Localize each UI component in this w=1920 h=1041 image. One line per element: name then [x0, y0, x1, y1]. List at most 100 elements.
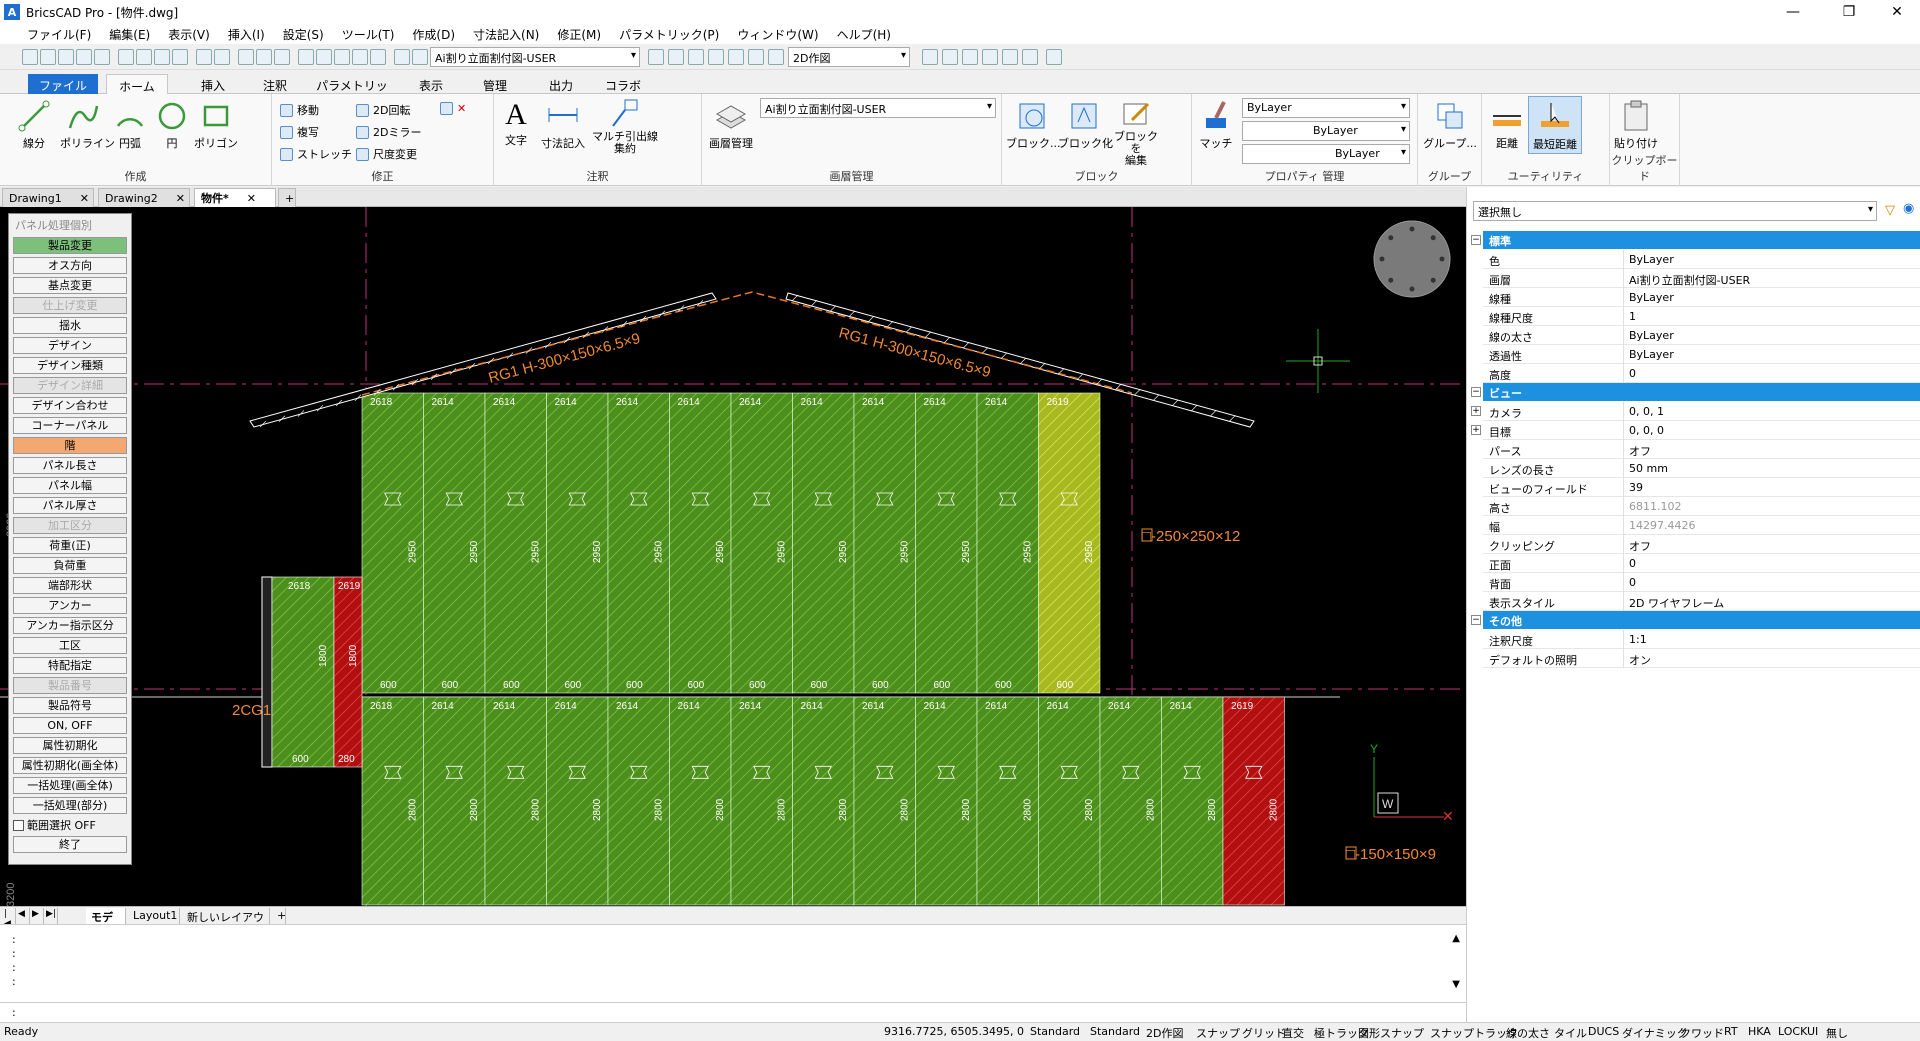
prop-row[interactable]: ビューのフィールド 39 [1483, 478, 1920, 497]
scroll-down-icon[interactable]: ▼ [1452, 979, 1460, 990]
make-block-button[interactable]: ブロック化 [1058, 100, 1113, 151]
palette-button-28[interactable]: 一括処理(部分) [13, 797, 127, 814]
ribbon-tab-5[interactable]: 表示 [408, 74, 454, 94]
prop-row[interactable]: 線種 ByLayer [1483, 288, 1920, 307]
status-toggle-7[interactable]: 図形スナップ [1358, 1025, 1424, 1041]
circle-button[interactable]: 円 [152, 100, 192, 151]
prop-row[interactable]: 線種尺度 1 [1483, 307, 1920, 326]
status-toggle-11[interactable]: DUCS [1588, 1025, 1619, 1038]
status-toggle-12[interactable]: ダイナミック [1622, 1025, 1688, 1041]
status-toggle-15[interactable]: HKA [1748, 1025, 1771, 1038]
block-button[interactable]: ブロック... [1006, 100, 1061, 151]
ribbon-tab-4[interactable]: パラメトリック [314, 74, 390, 110]
palette-button-15[interactable]: 荷重(正) [13, 537, 127, 554]
ribbon-tab-3[interactable]: 注釈 [252, 74, 298, 94]
palette-button-0[interactable]: 製品変更 [13, 237, 127, 254]
layer-manager-button[interactable]: 画層管理 [706, 100, 756, 151]
qat-tool-icon[interactable] [118, 49, 134, 65]
match-button[interactable]: マッチ [1196, 100, 1236, 151]
qat-tool-icon[interactable] [238, 49, 254, 65]
palette-button-17[interactable]: 端部形状 [13, 577, 127, 594]
qat-tool-icon[interactable] [76, 49, 92, 65]
qat-tool-icon[interactable] [214, 49, 230, 65]
ribbon-tab-7[interactable]: 出力 [538, 74, 584, 94]
prop-row[interactable]: 画層 Ai割り立面割付図-USER [1483, 269, 1920, 288]
status-toggle-4[interactable]: グリッド [1242, 1025, 1286, 1041]
qat-tool-icon[interactable] [1022, 49, 1038, 65]
qat-tool-icon[interactable] [298, 49, 314, 65]
qat-tool-icon[interactable] [768, 49, 784, 65]
status-toggle-13[interactable]: クワッド [1680, 1025, 1724, 1041]
prop-row[interactable]: 高度 0 [1483, 364, 1920, 383]
palette-button-6[interactable]: デザイン種類 [13, 357, 127, 374]
prop-row[interactable]: クリッピング オフ [1483, 535, 1920, 554]
ribbon-tab-6[interactable]: 管理 [472, 74, 518, 94]
qat-tool-icon[interactable] [334, 49, 350, 65]
expand-icon[interactable]: + [1471, 425, 1481, 435]
erase-button[interactable]: ✕ [440, 102, 466, 115]
palette-button-27[interactable]: 一括処理(画全体) [13, 777, 127, 794]
qat-tool-icon[interactable] [412, 49, 428, 65]
rotate2d-button[interactable]: 2D回転 [356, 102, 410, 118]
doc-tab-2[interactable]: 物件* ✕ [194, 188, 276, 207]
palette-button-1[interactable]: オス方向 [13, 257, 127, 274]
dimension-button[interactable]: 寸法記入 [538, 98, 588, 151]
palette-button-10[interactable]: 階 [13, 437, 127, 454]
palette-button-26[interactable]: 属性初期化(画全体) [13, 757, 127, 774]
prop-row[interactable]: 色 ByLayer [1483, 250, 1920, 269]
qat-tool-icon[interactable] [154, 49, 170, 65]
mirror2d-button[interactable]: 2Dミラー [356, 124, 421, 140]
expand-icon[interactable]: + [1471, 406, 1481, 416]
menu-item-10[interactable]: ウィンドウ(W) [728, 26, 827, 43]
drawing-svg[interactable]: 2618 2950 2614 2950 2614 2950 2614 2950 2614 2950… [0, 207, 1466, 906]
qat-tool-icon[interactable] [1046, 49, 1062, 65]
new-tab-button[interactable]: + [278, 188, 296, 207]
small-panel[interactable] [333, 576, 363, 768]
menu-item-1[interactable]: 編集(E) [100, 26, 159, 43]
palette-button-20[interactable]: 工区 [13, 637, 127, 654]
palette-button-8[interactable]: デザイン合わせ [13, 397, 127, 414]
range-select-checkbox[interactable]: 範囲選択 OFF [13, 817, 127, 833]
collapse-icon[interactable]: − [1471, 387, 1481, 397]
menu-item-5[interactable]: ツール(T) [333, 26, 404, 43]
menu-item-3[interactable]: 挿入(I) [219, 26, 274, 43]
prop-section-2[interactable]: その他 [1483, 611, 1920, 629]
palette-button-12[interactable]: パネル幅 [13, 477, 127, 494]
prop-row[interactable]: パース オフ [1483, 440, 1920, 459]
palette-button-11[interactable]: パネル長さ [13, 457, 127, 474]
prop-section-0[interactable]: 標準 [1483, 231, 1920, 249]
palette-button-9[interactable]: コーナーパネル [13, 417, 127, 434]
small-panel[interactable] [271, 576, 335, 768]
qat-tool-icon[interactable] [942, 49, 958, 65]
ribbon-tab-8[interactable]: コラボ [600, 74, 646, 94]
tab-close-icon[interactable]: ✕ [176, 192, 185, 205]
layer-combo[interactable]: Ai割り立面割付図-USER [760, 98, 996, 118]
layer-combo-qat[interactable]: Ai割り立面割付図-USER [430, 47, 640, 67]
layout-nav-icon[interactable]: ◀ [16, 908, 30, 924]
eye-icon[interactable]: ◉ [1903, 201, 1914, 216]
palette-button-24[interactable]: ON, OFF [13, 717, 127, 734]
prop-row[interactable]: 表示スタイル 2D ワイヤフレーム [1483, 592, 1920, 611]
qat-tool-icon[interactable] [40, 49, 56, 65]
move-button[interactable]: 移動 [280, 102, 319, 118]
qat-tool-icon[interactable] [352, 49, 368, 65]
menu-item-0[interactable]: ファイル(F) [18, 26, 100, 43]
status-toggle-17[interactable]: 無し [1826, 1025, 1848, 1041]
collapse-icon[interactable]: − [1471, 235, 1481, 245]
qat-tool-icon[interactable] [394, 49, 410, 65]
minimize-icon[interactable]: — [1770, 0, 1816, 24]
ribbon-tab-1[interactable]: ホーム [106, 74, 168, 94]
prop-row[interactable]: 幅 14297.4426 [1483, 516, 1920, 535]
group-button[interactable]: グループ... [1422, 100, 1478, 151]
ribbon-tab-0[interactable]: ファイル [28, 74, 98, 94]
layout-tab-0[interactable]: モデル [86, 908, 126, 940]
status-toggle-0[interactable]: Standard [1030, 1025, 1080, 1038]
add-layout-button[interactable]: + [272, 908, 286, 924]
drawing-canvas[interactable]: 2618 2950 2614 2950 2614 2950 2614 2950 2614 2950… [0, 207, 1466, 906]
ribbon-tab-2[interactable]: 挿入 [190, 74, 236, 94]
qat-tool-icon[interactable] [370, 49, 386, 65]
palette-button-2[interactable]: 基点変更 [13, 277, 127, 294]
multileader-button[interactable]: マルチ引出線 集約 [592, 98, 658, 155]
menu-item-9[interactable]: パラメトリック(P) [610, 26, 728, 43]
menu-item-2[interactable]: 表示(V) [159, 26, 219, 43]
